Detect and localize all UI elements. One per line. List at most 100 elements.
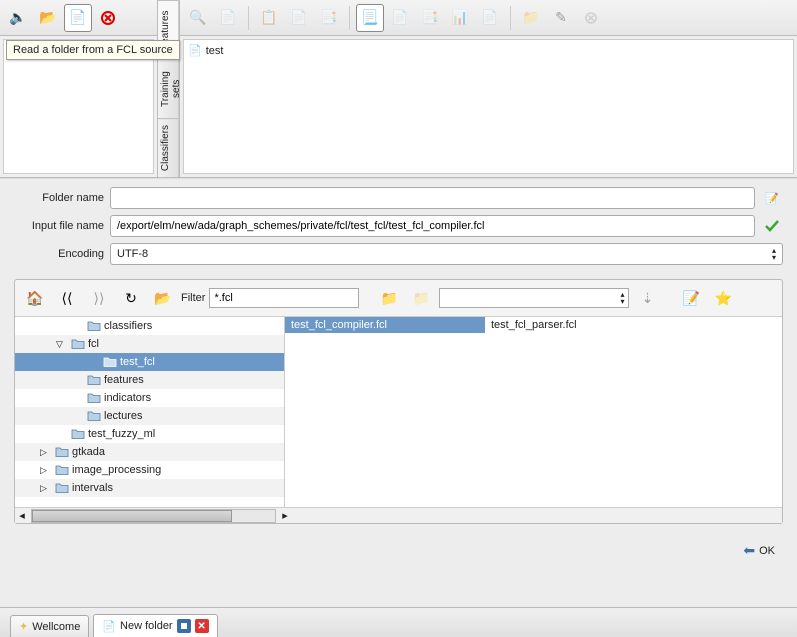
expand-icon[interactable]: ▷ <box>40 465 52 476</box>
tree-row-indicators[interactable]: indicators <box>15 389 284 407</box>
tree-label: features <box>104 374 144 386</box>
filter-input[interactable] <box>209 288 359 308</box>
encoding-select[interactable]: UTF-8 ▴▾ <box>110 243 783 265</box>
file-list[interactable]: test_fcl_compiler.fcltest_fcl_parser.fcl <box>285 317 782 507</box>
encoding-value: UTF-8 <box>117 248 148 260</box>
location-combo[interactable]: ▴▾ <box>439 288 629 308</box>
folder-icon <box>55 482 69 494</box>
refresh-icon[interactable]: ↻ <box>117 284 145 312</box>
tab-new-folder-label: New folder <box>120 620 173 632</box>
tree-row-fcl[interactable]: ▽ fcl <box>15 335 284 353</box>
tb-icon-12: ✎ <box>547 4 575 32</box>
folder-icon <box>87 410 101 422</box>
accept-file-icon[interactable] <box>761 215 783 237</box>
folder-name-input[interactable] <box>110 187 755 209</box>
home-icon[interactable]: 🏠 <box>21 284 49 312</box>
input-file-label: Input file name <box>14 220 104 232</box>
expand-icon[interactable]: ▽ <box>56 339 68 350</box>
folder-icon <box>87 374 101 386</box>
vertical-tabs: Features Training sets Classifiers <box>158 0 180 177</box>
tree-row-test_fuzzy_ml[interactable]: test_fuzzy_ml <box>15 425 284 443</box>
test-item-label: test <box>206 45 224 57</box>
tree-label: lectures <box>104 410 143 422</box>
folder-up-icon[interactable]: 📂 <box>149 284 177 312</box>
test-item[interactable]: 📄 test <box>188 44 223 57</box>
input-file-input[interactable] <box>110 215 755 237</box>
tree-row-lectures[interactable]: lectures <box>15 407 284 425</box>
main-content: 📄 test <box>183 39 794 174</box>
tab-wellcome-label: Wellcome <box>32 621 80 633</box>
tb-icon-9: 📊 <box>446 4 474 32</box>
tree-label: indicators <box>104 392 151 404</box>
back-icon[interactable]: ⟨⟨ <box>53 284 81 312</box>
open-folder-icon[interactable]: 📂 <box>34 4 62 32</box>
tb-icon-7: 📄 <box>386 4 414 32</box>
folder-icon-2: 📁 <box>407 284 435 312</box>
read-fcl-folder-button[interactable]: 📄 <box>64 4 92 32</box>
tb-icon-6[interactable]: 📃 <box>356 4 384 32</box>
tab-minimize-icon[interactable] <box>177 619 191 633</box>
tree-label: gtkada <box>72 446 105 458</box>
tb-icon-2: 📄 <box>214 4 242 32</box>
tooltip: Read a folder from a FCL source <box>6 40 180 60</box>
tb-close-icon <box>577 4 605 32</box>
ok-label: OK <box>759 545 775 557</box>
folder-icon <box>71 338 85 350</box>
folder-icon <box>55 464 69 476</box>
tree-row-intervals[interactable]: ▷ intervals <box>15 479 284 497</box>
tb-icon-8: 📑 <box>416 4 444 32</box>
document-icon: 📄 <box>188 44 202 57</box>
edit-folder-icon[interactable]: 📝 <box>761 187 783 209</box>
tree-row-classifiers[interactable]: classifiers <box>15 317 284 335</box>
scroll-right-icon[interactable]: ▸ <box>278 509 292 522</box>
tree-row-image_processing[interactable]: ▷ image_processing <box>15 461 284 479</box>
cancel-icon[interactable] <box>94 4 122 32</box>
tb-icon-4: 📄 <box>285 4 313 32</box>
expand-icon[interactable]: ▷ <box>40 447 52 458</box>
ok-arrow-icon: ⬅ <box>743 542 755 559</box>
filter-label: Filter <box>181 292 205 304</box>
star-icon[interactable]: ⭐ <box>709 284 737 312</box>
bookmark-icon: ⇣ <box>633 284 661 312</box>
tree-row-test_fcl[interactable]: test_fcl <box>15 353 284 371</box>
tb-icon-3: 📋 <box>255 4 283 32</box>
tb-icon-5: 📑 <box>315 4 343 32</box>
tree-label: image_processing <box>72 464 161 476</box>
encoding-label: Encoding <box>14 248 104 260</box>
folder-icon <box>55 446 69 458</box>
select-arrows-icon: ▴▾ <box>772 247 776 261</box>
tree-label: classifiers <box>104 320 152 332</box>
star-icon: ✦ <box>19 620 28 633</box>
folder-icon <box>103 356 117 368</box>
expand-icon[interactable]: ▷ <box>40 483 52 494</box>
tb-icon-11: 📁 <box>517 4 545 32</box>
tree-scrollbar[interactable]: ◂ ▸ <box>15 507 782 523</box>
tree-label: test_fuzzy_ml <box>88 428 155 440</box>
tb-icon-1: 🔍 <box>184 4 212 32</box>
file-test_fcl_parser.fcl[interactable]: test_fcl_parser.fcl <box>485 317 685 333</box>
tree-label: intervals <box>72 482 113 494</box>
tree-row-gtkada[interactable]: ▷ gtkada <box>15 443 284 461</box>
tree-label: test_fcl <box>120 356 155 368</box>
folder-icon <box>87 392 101 404</box>
forward-icon: ⟩⟩ <box>85 284 113 312</box>
tab-new-folder[interactable]: 📄 New folder ✕ <box>93 614 217 637</box>
scroll-left-icon[interactable]: ◂ <box>15 509 29 522</box>
file-test_fcl_compiler.fcl[interactable]: test_fcl_compiler.fcl <box>285 317 485 333</box>
folder-icon <box>87 320 101 332</box>
tab-training-sets[interactable]: Training sets <box>158 59 179 118</box>
tree-row-features[interactable]: features <box>15 371 284 389</box>
bottom-tabs: ✦ Wellcome 📄 New folder ✕ <box>0 607 797 637</box>
speaker-icon[interactable]: 🔈 <box>4 4 32 32</box>
ok-button[interactable]: ⬅ OK <box>739 540 779 561</box>
new-folder-icon[interactable]: 📁 <box>375 284 403 312</box>
tab-classifiers[interactable]: Classifiers <box>158 118 179 177</box>
folder-icon <box>71 428 85 440</box>
document-icon: 📄 <box>102 620 116 633</box>
folder-tree[interactable]: classifiers ▽ fcl test_fcl features indicator… <box>15 317 285 507</box>
tree-label: fcl <box>88 338 99 350</box>
edit-icon[interactable]: 📝 <box>677 284 705 312</box>
tab-close-icon[interactable]: ✕ <box>195 619 209 633</box>
tab-wellcome[interactable]: ✦ Wellcome <box>10 615 89 637</box>
folder-name-label: Folder name <box>14 192 104 204</box>
